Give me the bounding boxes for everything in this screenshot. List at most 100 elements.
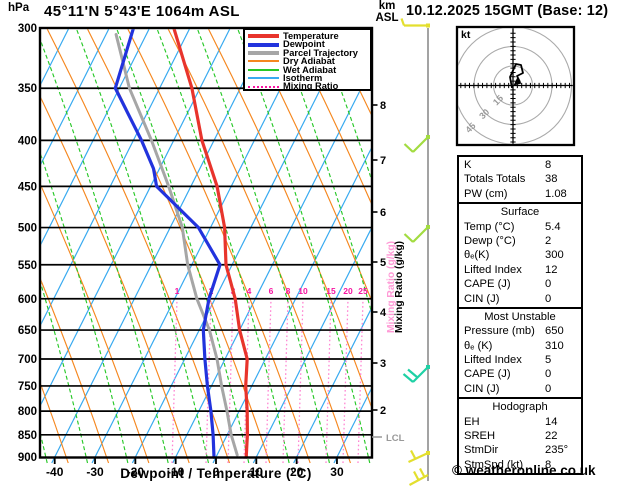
stat-value: 0 <box>545 368 552 381</box>
wet-adiabat-line <box>0 29 7 463</box>
stat-value: 650 <box>545 325 564 338</box>
stat-row: θₑ(K) 300 <box>459 248 581 262</box>
stat-row: SREH 22 <box>459 429 581 443</box>
stat-value: 0 <box>545 278 552 291</box>
stat-value: 310 <box>545 339 564 352</box>
stat-row: PW (cm) 1.08 <box>459 187 581 201</box>
pressure-tick-label: 300 <box>18 23 37 35</box>
altitude-tick-label: 2 <box>380 405 386 417</box>
altitude-tick-label: 8 <box>380 100 386 112</box>
x-axis-title: Dewpoint / Temperature (°C) <box>120 466 312 481</box>
mixing-ratio-value-label: 6 <box>269 286 274 296</box>
stat-row: θₑ (K) 310 <box>459 339 581 353</box>
pressure-tick-label: 600 <box>18 294 37 306</box>
stat-label: θₑ(K) <box>464 249 490 262</box>
wet-adiabat-line <box>196 29 331 464</box>
pressure-tick-label: 400 <box>18 135 37 147</box>
altitude-ref-asl: ASL <box>375 11 399 24</box>
mixing-ratio-value-label: 4 <box>247 286 252 296</box>
wind-barb <box>407 368 419 379</box>
stat-value: 8 <box>545 159 552 171</box>
stat-label: Totals Totals <box>464 173 526 186</box>
legend-line-sample <box>248 50 279 55</box>
wet-adiabat-line <box>75 29 210 464</box>
stat-label: Pressure (mb) <box>464 325 535 338</box>
pressure-tick-label: 650 <box>18 325 37 337</box>
stat-label: StmDir <box>464 444 499 457</box>
stats-panel: K 8 Totals Totals 38 PW (cm) 1.08 Surface Temp … <box>457 155 583 476</box>
stat-row: Lifted Index 5 <box>459 353 581 367</box>
stat-label: Temp (°C) <box>464 220 515 233</box>
stat-value: 2 <box>545 234 552 247</box>
stat-value: 1.08 <box>545 187 567 200</box>
stats-section: K 8 Totals Totals 38 PW (cm) 1.08 <box>457 155 583 205</box>
stat-label: CAPE (J) <box>464 368 511 381</box>
mixing-ratio-value-label: 15 <box>326 286 336 296</box>
stat-label: Dewp (°C) <box>464 234 516 247</box>
stat-label: CIN (J) <box>464 382 500 395</box>
isotherm-line <box>41 29 110 165</box>
dry-adiabat-line <box>87 29 271 464</box>
stat-row: StmDir 235° <box>459 443 581 457</box>
dry-adiabat-line <box>207 29 371 407</box>
stat-label: EH <box>464 415 480 428</box>
wind-barb <box>403 233 414 243</box>
altitude-unit-km: km <box>378 0 396 12</box>
pressure-axis-unit: hPa <box>8 2 30 14</box>
legend: Temperature Dewpoint Parcel Trajectory Dry … <box>243 28 372 91</box>
altitude-axis-unit: km ASL <box>373 0 401 24</box>
dry-adiabat-line <box>127 29 311 464</box>
legend-line-sample <box>248 68 279 71</box>
altitude-tick-label: 3 <box>380 358 386 370</box>
stats-section-header: Most Unstable <box>484 310 556 323</box>
mixing-ratio-value-label: 20 <box>343 286 353 296</box>
dry-adiabat-line <box>46 29 231 464</box>
legend-item: Mixing Ratio <box>248 81 370 91</box>
stat-value: 5 <box>545 354 552 367</box>
pressure-tick-label: 500 <box>18 223 37 235</box>
pressure-tick-label: 350 <box>18 83 37 95</box>
stats-section: Most Unstable Pressure (mb) 650 θₑ (K) 310 Li… <box>457 306 583 400</box>
stat-value: 12 <box>545 263 558 276</box>
stat-label: Lifted Index <box>464 263 522 276</box>
stat-row: Totals Totals 38 <box>459 172 581 186</box>
stat-row: EH 14 <box>459 415 581 429</box>
wind-barb <box>400 18 406 26</box>
hodograph-unit-label: kt <box>461 29 471 41</box>
wind-barb-base <box>426 451 430 455</box>
wind-barb <box>402 373 414 383</box>
stat-label: Lifted Index <box>464 354 522 367</box>
isotherm-line <box>91 29 311 464</box>
wind-barb <box>403 143 414 153</box>
wet-adiabat-line <box>116 29 250 464</box>
credit: © weatheronline.co.uk <box>452 463 596 478</box>
curve-parcel-trajectory <box>114 33 239 457</box>
legend-line-sample <box>248 85 279 88</box>
legend-line-sample <box>248 42 279 47</box>
stat-value: 0 <box>545 292 552 305</box>
stat-row: Temp (°C) 5.4 <box>459 220 581 234</box>
legend-line-sample <box>248 60 279 63</box>
stat-value: 14 <box>545 415 558 428</box>
stat-value: 22 <box>545 430 558 443</box>
mixing-ratio-value-label: 10 <box>298 286 308 296</box>
stat-row: CAPE (J) 0 <box>459 277 581 291</box>
legend-line-sample <box>248 34 279 39</box>
mixing-ratio-axis-label: Mixing Ratio (g/kg) <box>394 241 405 333</box>
wind-barb <box>419 467 426 478</box>
wind-barb-base <box>426 23 430 28</box>
isotherm-line <box>252 228 371 464</box>
stat-row: Dewp (°C) 2 <box>459 234 581 248</box>
pressure-tick-label: 450 <box>18 181 37 193</box>
pressure-tick-label: 900 <box>18 452 37 464</box>
isotherm-line <box>41 29 231 406</box>
wind-barb <box>412 136 429 153</box>
stat-row: CIN (J) 0 <box>459 292 581 306</box>
stats-section: Surface Temp (°C) 5.4 Dewp (°C) 2 θₑ(K) 300 Lif… <box>457 202 583 309</box>
mixing-ratio-line <box>265 298 272 464</box>
wet-adiabat-line <box>41 40 169 464</box>
sounding-curves <box>113 29 249 459</box>
stat-label: K <box>464 159 472 171</box>
legend-line-sample <box>248 77 279 80</box>
dry-adiabat-line <box>288 29 371 204</box>
